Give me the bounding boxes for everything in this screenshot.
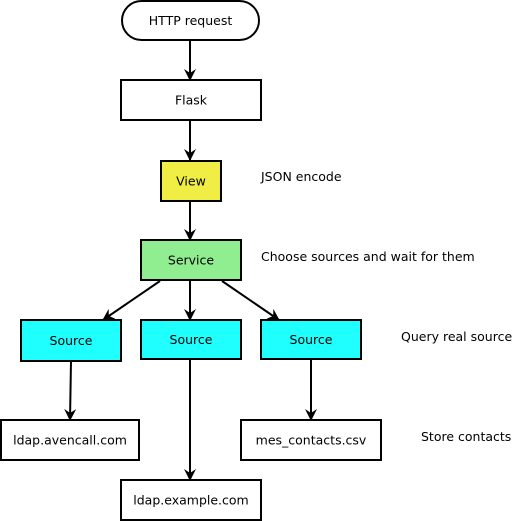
note-store: Store contacts xyxy=(421,429,511,444)
node-label: Source xyxy=(50,333,93,348)
note-query: Query real source xyxy=(401,329,512,344)
arrow-service-to-source1 xyxy=(102,280,161,321)
node-label: View xyxy=(176,174,206,189)
node-view: View xyxy=(160,160,222,202)
node-http: HTTP request xyxy=(121,0,260,41)
arrow-source1-to-ldap_avencall xyxy=(64,360,77,421)
node-source3: Source xyxy=(260,319,362,360)
node-service: Service xyxy=(140,239,242,281)
node-ldap-example: ldap.example.com xyxy=(120,479,262,521)
node-label: Service xyxy=(168,253,215,268)
node-label: Source xyxy=(170,332,213,347)
note-json: JSON encode xyxy=(260,169,342,184)
node-ldap-avencall: ldap.avencall.com xyxy=(0,419,140,461)
architecture-diagram: HTTP request Flask View Service Source Source… xyxy=(0,0,512,521)
node-label: Flask xyxy=(175,93,208,108)
node-mes-contacts: mes_contacts.csv xyxy=(240,419,382,461)
node-source1: Source xyxy=(20,319,122,362)
node-label: ldap.example.com xyxy=(133,493,248,508)
note-choose: Choose sources and wait for them xyxy=(261,249,475,264)
node-label: Source xyxy=(290,332,333,347)
node-flask: Flask xyxy=(120,79,262,121)
node-label: ldap.avencall.com xyxy=(13,433,127,448)
node-source2: Source xyxy=(140,319,242,360)
node-label: mes_contacts.csv xyxy=(256,433,367,448)
node-label: HTTP request xyxy=(149,13,233,28)
arrow-service-to-source3 xyxy=(221,280,280,321)
